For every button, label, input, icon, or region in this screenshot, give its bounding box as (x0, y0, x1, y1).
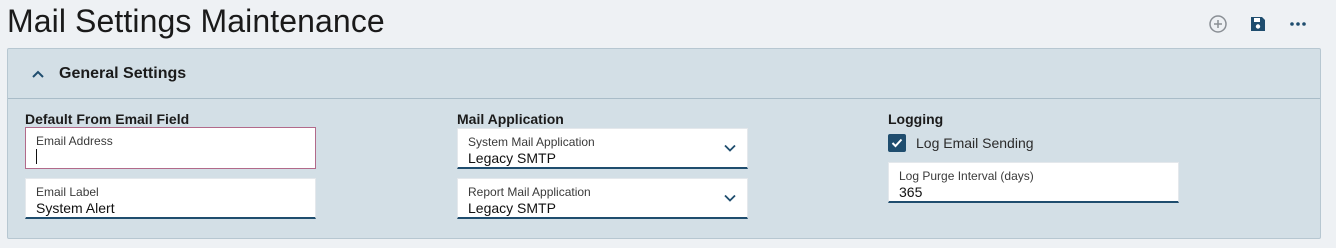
panel-title: General Settings (59, 64, 187, 82)
ellipsis-icon (1290, 22, 1306, 26)
log-purge-interval-label: Log Purge Interval (days) (899, 169, 1034, 183)
email-address-field[interactable]: Email Address (25, 127, 316, 169)
chevron-down-icon[interactable] (723, 191, 737, 205)
email-label-value: System Alert (36, 200, 115, 216)
email-label-field[interactable]: Email Label System Alert (25, 178, 316, 219)
default-from-section: Default From Email Field (25, 111, 189, 128)
checkmark-icon (891, 138, 903, 148)
system-mail-value: Legacy SMTP (468, 150, 556, 166)
more-options-button[interactable] (1278, 12, 1318, 36)
add-button[interactable] (1198, 12, 1238, 36)
logging-section: Logging (888, 111, 943, 128)
general-settings-panel: General Settings Default From Email Fiel… (7, 48, 1321, 239)
log-email-sending-checkbox[interactable] (888, 134, 906, 152)
log-email-sending-label: Log Email Sending (916, 135, 1034, 151)
chevron-up-icon (32, 70, 44, 78)
system-mail-application-select[interactable]: System Mail Application Legacy SMTP (457, 128, 748, 169)
log-purge-interval-value: 365 (899, 184, 923, 200)
logging-title: Logging (888, 111, 944, 127)
text-caret (36, 149, 37, 164)
save-button[interactable] (1238, 12, 1278, 36)
panel-header[interactable]: General Settings (8, 49, 1320, 99)
report-mail-application-select[interactable]: Report Mail Application Legacy SMTP (457, 178, 748, 219)
page-title: Mail Settings Maintenance (7, 3, 385, 39)
default-from-title: Default From Email Field (25, 111, 190, 127)
email-label-label: Email Label (36, 185, 99, 199)
email-address-label: Email Address (36, 134, 113, 148)
collapse-button[interactable] (27, 63, 49, 85)
plus-circle-icon (1209, 15, 1227, 33)
system-mail-label: System Mail Application (468, 135, 595, 149)
mail-application-title: Mail Application (457, 111, 564, 127)
log-email-sending-row: Log Email Sending (888, 134, 1034, 152)
chevron-down-icon[interactable] (723, 141, 737, 155)
report-mail-value: Legacy SMTP (468, 200, 556, 216)
floppy-disk-icon (1251, 17, 1265, 31)
log-purge-interval-field[interactable]: Log Purge Interval (days) 365 (888, 162, 1179, 203)
report-mail-label: Report Mail Application (468, 185, 591, 199)
mail-application-section: Mail Application (457, 111, 564, 128)
toolbar (1198, 12, 1318, 36)
